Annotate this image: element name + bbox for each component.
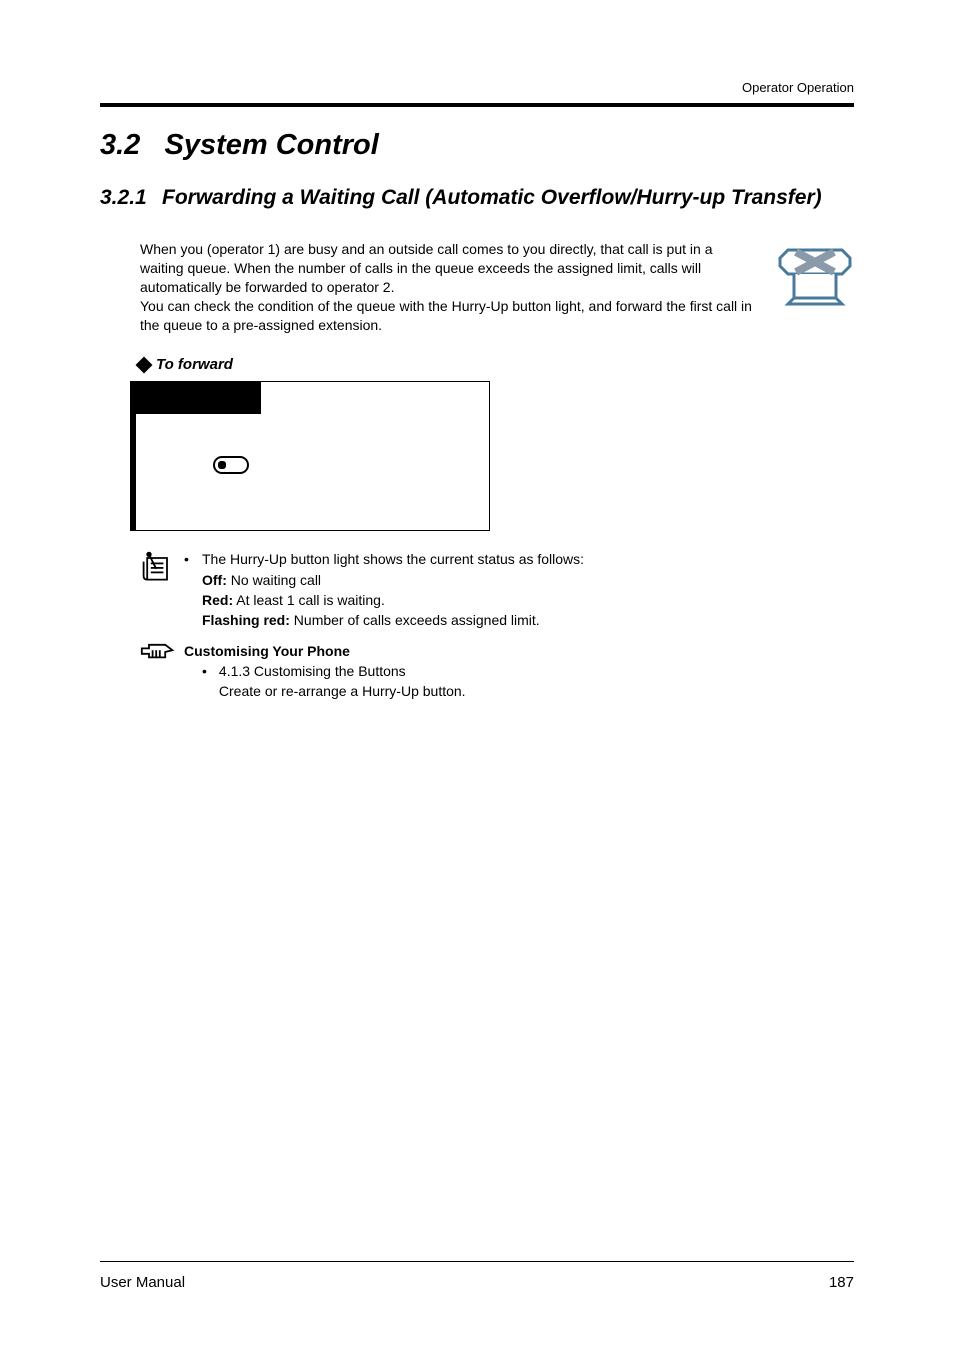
notes-content: • The Hurry-Up button light shows the cu… xyxy=(184,549,584,630)
section-heading: 3.2 System Control xyxy=(100,129,854,162)
flow-header-block xyxy=(131,382,261,414)
status-off-text: No waiting call xyxy=(227,572,321,588)
customising-desc: Create or re-arrange a Hurry-Up button. xyxy=(219,681,466,701)
section-title: System Control xyxy=(165,129,379,161)
customising-title: Customising Your Phone xyxy=(184,641,466,661)
status-red-label: Red: xyxy=(202,592,233,608)
status-off: Off: No waiting call xyxy=(202,570,584,590)
customising-ref: 4.1.3 Customising the Buttons xyxy=(219,661,466,681)
subsection-heading: 3.2.1Forwarding a Waiting Call (Automati… xyxy=(100,186,854,210)
bullet-icon: • xyxy=(184,549,190,569)
procedure-heading: To forward xyxy=(138,356,854,373)
button-icon xyxy=(213,456,249,474)
status-off-label: Off: xyxy=(202,572,227,588)
pencil-note-icon xyxy=(140,549,184,630)
flow-diagram xyxy=(130,381,490,531)
header-rule xyxy=(100,103,854,107)
status-red: Red: At least 1 call is waiting. xyxy=(202,590,584,610)
status-red-text: At least 1 call is waiting. xyxy=(233,592,385,608)
status-flashing: Flashing red: Number of calls exceeds as… xyxy=(202,610,584,630)
customising-content: Customising Your Phone • 4.1.3 Customisi… xyxy=(184,641,466,702)
phone-illustration-icon xyxy=(774,240,854,315)
pointing-hand-icon xyxy=(140,641,184,702)
procedure-heading-text: To forward xyxy=(156,356,233,373)
subsection-number: 3.2.1 xyxy=(100,186,162,210)
notes-lead: The Hurry-Up button light shows the curr… xyxy=(202,549,584,569)
footer-doc-title: User Manual xyxy=(100,1274,185,1291)
footer-rule xyxy=(100,1261,854,1262)
status-flashing-text: Number of calls exceeds assigned limit. xyxy=(290,612,540,628)
diamond-bullet-icon xyxy=(136,356,153,373)
intro-paragraph: When you (operator 1) are busy and an ou… xyxy=(140,240,774,334)
page-category: Operator Operation xyxy=(100,80,854,95)
page-footer: User Manual 187 xyxy=(100,1261,854,1291)
bullet-icon: • xyxy=(202,661,207,702)
section-number: 3.2 xyxy=(100,129,140,161)
status-flashing-label: Flashing red: xyxy=(202,612,290,628)
subsection-title: Forwarding a Waiting Call (Automatic Ove… xyxy=(162,186,822,210)
footer-page-number: 187 xyxy=(829,1274,854,1291)
